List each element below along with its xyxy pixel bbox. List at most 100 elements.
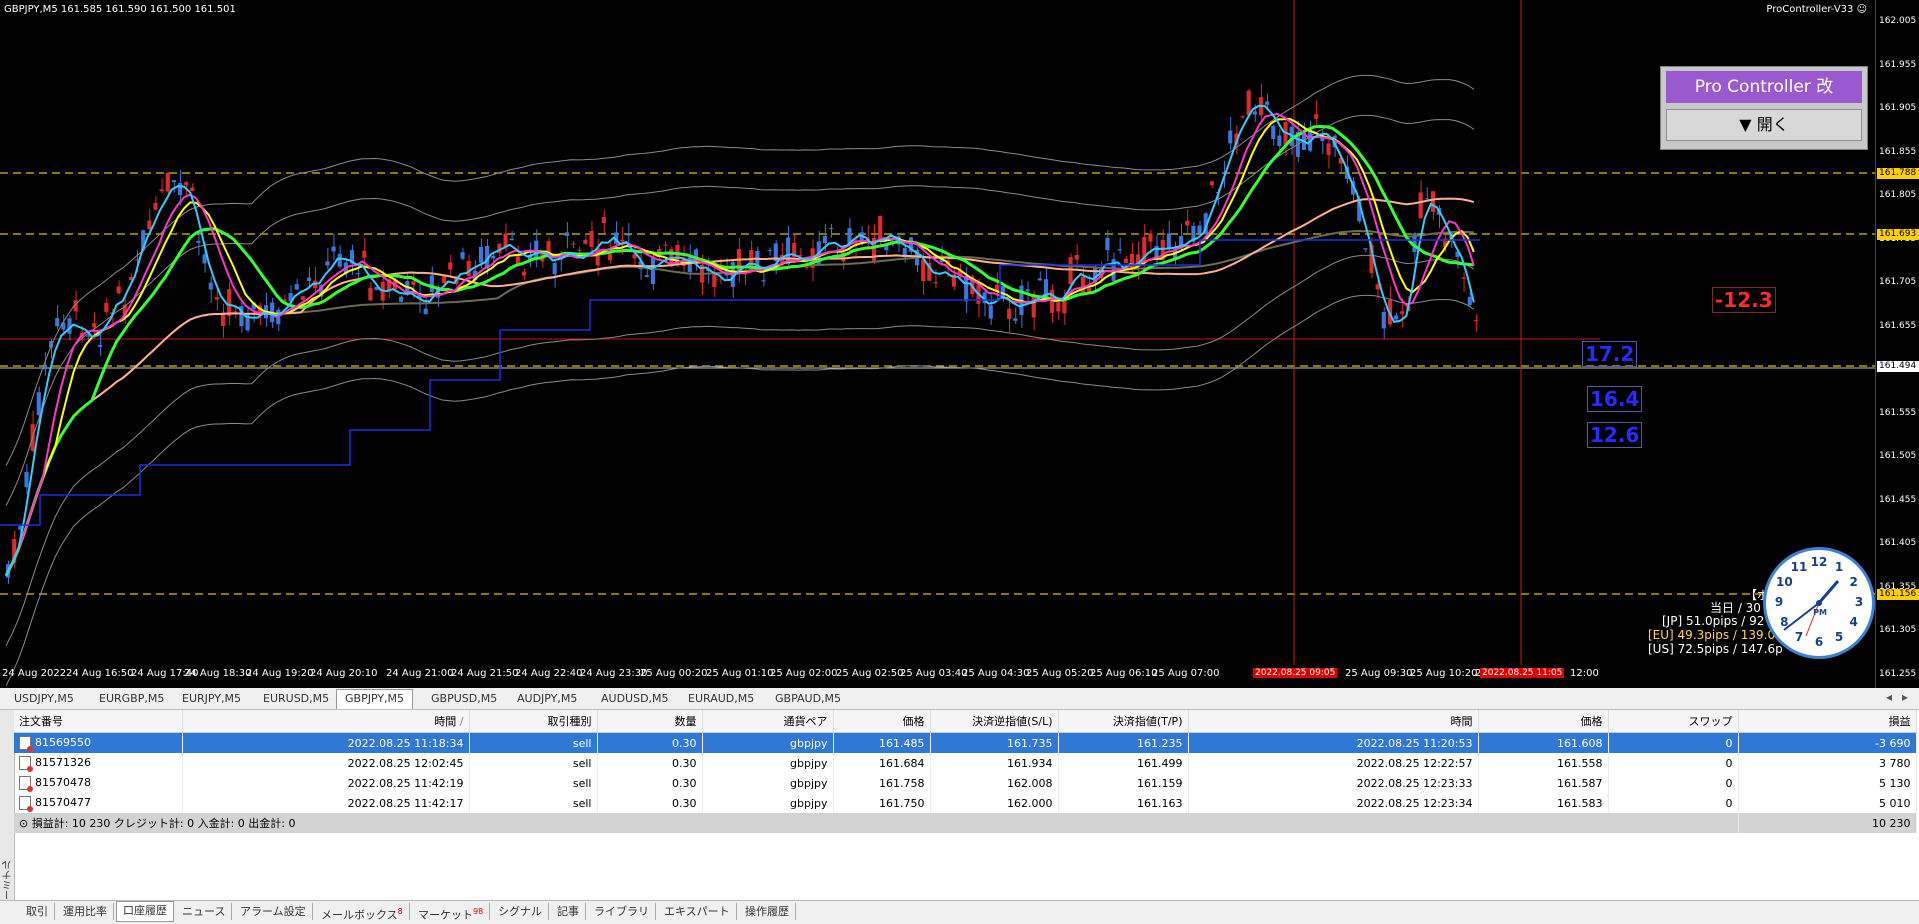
- column-header[interactable]: 損益: [1738, 710, 1917, 733]
- candle-body: [1123, 258, 1128, 264]
- terminal-tab[interactable]: ライブラリ: [588, 903, 656, 920]
- terminal-tab[interactable]: 記事: [551, 903, 586, 920]
- candle-body: [1314, 114, 1319, 119]
- candle-body: [650, 257, 656, 285]
- candle-body: [1363, 248, 1368, 250]
- candle-body: [1013, 318, 1018, 321]
- terminal-tab[interactable]: 口座履歴: [116, 901, 174, 922]
- time-tick: 25 Aug 02:00: [770, 668, 838, 679]
- terminal-tab[interactable]: エキスパート: [658, 903, 737, 920]
- symbol-tab[interactable]: EURUSD,M5: [255, 690, 337, 707]
- terminal-tab[interactable]: マーケット98: [412, 903, 491, 922]
- trade-cell: 161.159: [1058, 773, 1189, 793]
- terminal-tab[interactable]: 運用比率: [57, 903, 114, 920]
- order-id: 81570478: [14, 773, 183, 793]
- symbol-tab[interactable]: EURAUD,M5: [680, 690, 762, 707]
- pro-controller-title[interactable]: Pro Controller 改: [1666, 71, 1862, 103]
- trade-cell: 2022.08.25 11:42:17: [182, 793, 470, 813]
- candle-body: [552, 263, 557, 275]
- candle-body: [91, 323, 97, 328]
- symbol-tab[interactable]: GBPJPY,M5: [336, 689, 414, 709]
- ma-green-line: [4, 124, 1475, 577]
- candle-body: [1166, 233, 1171, 250]
- trade-history-table: 注文番号 時間 / 取引種別 数量 通貨ペア 価格 決済逆指値(S/L) 決済指値(T/P) 時…: [14, 710, 1917, 833]
- candle-body: [147, 220, 152, 230]
- candle-body: [1326, 143, 1331, 155]
- table-header-row: 注文番号 時間 / 取引種別 数量 通貨ペア 価格 決済逆指値(S/L) 決済指値(T/P) 時…: [14, 710, 1917, 733]
- candle-body: [1056, 302, 1061, 312]
- column-header[interactable]: 価格: [1478, 710, 1609, 733]
- trade-cell: sell: [469, 753, 598, 773]
- price-tick: 161.455: [1879, 494, 1917, 505]
- clock-number: 4: [1849, 615, 1858, 629]
- candle-body: [1037, 278, 1042, 281]
- column-header[interactable]: 通貨ペア: [702, 710, 834, 733]
- trade-cell: 161.235: [1058, 732, 1189, 753]
- tab-next-icon[interactable]: ▸: [1902, 690, 1908, 704]
- price-chart[interactable]: GBPJPY,M5 161.585 161.590 161.500 161.50…: [0, 0, 1919, 853]
- terminal-tab[interactable]: 取引: [20, 903, 55, 920]
- pro-controller-open-button[interactable]: ▼ 開く: [1666, 109, 1862, 141]
- time-tick: 24 Aug 22:40: [515, 668, 583, 679]
- column-header[interactable]: 時間: [1188, 710, 1479, 733]
- time-tick: 25 Aug 02:50: [836, 668, 904, 679]
- trade-cell: gbpjpy: [702, 732, 834, 753]
- symbol-tab[interactable]: AUDJPY,M5: [509, 690, 585, 707]
- terminal-tab[interactable]: ニュース: [176, 903, 233, 920]
- trade-cell: gbpjpy: [702, 773, 834, 793]
- candle-body: [583, 239, 588, 244]
- time-tick: 24 Aug 21:50: [451, 668, 519, 679]
- terminal-side-label[interactable]: ターミナル: [0, 710, 15, 921]
- price-tick: 161.955: [1879, 59, 1917, 70]
- candle-body: [423, 308, 428, 315]
- price-tick: 161.555: [1879, 407, 1917, 418]
- trade-cell: 161.684: [833, 753, 931, 773]
- indicator-name: ProController-V33 ☺: [1766, 4, 1867, 15]
- trade-row[interactable]: 81569550 2022.08.25 11:18:34 sell 0.30 gbpjp…: [14, 732, 1917, 753]
- price-axis[interactable]: 162.005 161.955 161.905 161.855 161.805 161.7…: [1875, 0, 1919, 853]
- clock-number: 10: [1775, 575, 1793, 589]
- terminal-tab[interactable]: シグナル: [492, 903, 549, 920]
- symbol-tab[interactable]: GBPUSD,M5: [423, 690, 505, 707]
- trade-row[interactable]: 81570477 2022.08.25 11:42:17 sell 0.30 gbpjp…: [14, 793, 1917, 813]
- time-tick: 24 Aug 16:50: [66, 668, 134, 679]
- column-header[interactable]: 数量: [597, 710, 703, 733]
- trade-row[interactable]: 81570478 2022.08.25 11:42:19 sell 0.30 gbpjp…: [14, 773, 1917, 793]
- candle-body: [1240, 116, 1245, 118]
- pip-label-1: 17.2: [1582, 341, 1638, 367]
- column-header[interactable]: 時間 /: [182, 710, 470, 733]
- tab-badge: 98: [473, 907, 484, 916]
- clock-number: 2: [1849, 575, 1858, 589]
- column-header[interactable]: 取引種別: [469, 710, 598, 733]
- trailing-step-line: [0, 239, 1480, 526]
- candle-body: [1424, 198, 1429, 200]
- candle-body: [1105, 237, 1110, 251]
- candle-body: [521, 271, 527, 276]
- trade-row[interactable]: 81571326 2022.08.25 12:02:45 sell 0.30 gbpjp…: [14, 753, 1917, 773]
- column-header[interactable]: 価格: [833, 710, 931, 733]
- candle-body: [300, 296, 305, 300]
- terminal-tab[interactable]: メールボックス8: [315, 903, 410, 922]
- time-tick: 24 Aug 21:00: [386, 668, 454, 679]
- candle-body: [1074, 254, 1079, 260]
- trade-cell: 0: [1608, 732, 1739, 753]
- symbol-tab[interactable]: USDJPY,M5: [6, 690, 82, 707]
- symbol-tab[interactable]: GBPAUD,M5: [767, 690, 849, 707]
- column-header[interactable]: スワップ: [1608, 710, 1739, 733]
- trade-cell: 161.163: [1058, 793, 1189, 813]
- terminal-tab[interactable]: 操作履歴: [739, 903, 796, 920]
- trade-cell: 161.608: [1478, 732, 1609, 753]
- summary-row: ⊙ 損益計: 10 230 クレジット計: 0 入金計: 0 出金計: 0 10 …: [14, 813, 1917, 833]
- symbol-tab[interactable]: EURGBP,M5: [91, 690, 172, 707]
- candle-body: [411, 281, 416, 286]
- summary-total: 10 230: [1738, 813, 1917, 833]
- symbol-tab[interactable]: EURJPY,M5: [174, 690, 249, 707]
- column-header[interactable]: 決済指値(T/P): [1058, 710, 1189, 733]
- column-header[interactable]: 注文番号: [14, 710, 183, 733]
- column-header[interactable]: 決済逆指値(S/L): [930, 710, 1059, 733]
- terminal-tab[interactable]: アラーム設定: [234, 903, 313, 920]
- candle-body: [663, 244, 668, 246]
- tab-prev-icon[interactable]: ◂: [1886, 690, 1892, 704]
- summary-text: ⊙ 損益計: 10 230 クレジット計: 0 入金計: 0 出金計: 0: [14, 813, 1739, 833]
- symbol-tab[interactable]: AUDUSD,M5: [593, 690, 677, 707]
